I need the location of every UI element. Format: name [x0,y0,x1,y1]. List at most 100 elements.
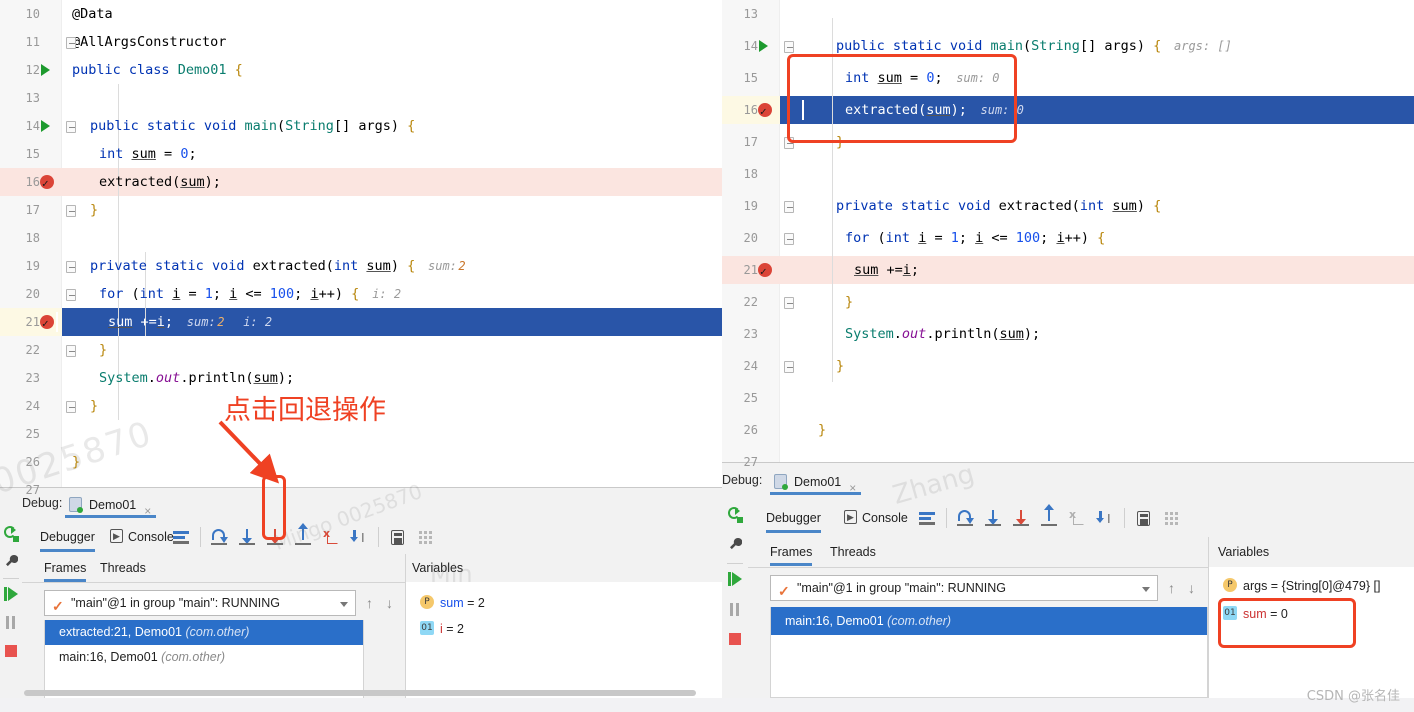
stop-program-icon[interactable] [729,633,741,645]
step-out-icon[interactable] [1038,504,1060,529]
evaluate-expression-icon[interactable] [1132,507,1154,529]
breakpoint-icon[interactable] [40,310,54,338]
fold-marker-icon[interactable] [66,121,76,133]
code-line[interactable]: 19 private static void extracted(int sum)… [0,252,722,280]
code-line[interactable]: 17} [0,196,722,224]
code-line[interactable]: 14 public static void main(String[] args)… [0,112,722,140]
force-step-into-icon[interactable] [1010,507,1032,529]
code-line[interactable]: 23 System.out.println(sum); [722,320,1414,348]
settings-wrench-icon[interactable] [729,537,743,552]
fold-marker-icon[interactable] [784,297,794,309]
arrow-up-icon[interactable]: ↑ [1168,580,1175,596]
fold-marker-icon[interactable] [66,205,76,217]
chevron-down-icon[interactable] [1142,587,1150,592]
code-line[interactable]: 22} [722,288,1414,316]
fold-marker-icon[interactable] [784,41,794,53]
code-line[interactable]: 25 [722,384,1414,412]
code-line[interactable]: 15 int sum = 0; [0,140,722,168]
code-text: System.out.println(sum); [845,326,1041,342]
thread-selector[interactable]: ✓ "main"@1 in group "main": RUNNING [44,590,356,616]
code-line[interactable]: 22} [0,336,722,364]
breakpoint-icon[interactable] [40,170,54,198]
debug-config-tab-demo01[interactable]: Demo01 × [770,469,862,495]
thread-selector[interactable]: ✓ "main"@1 in group "main": RUNNING [770,575,1158,601]
run-to-cursor-icon[interactable]: I [1094,507,1116,529]
fold-marker-icon[interactable] [784,137,794,149]
chevron-down-icon[interactable] [340,602,348,607]
code-line[interactable]: 11 @AllArgsConstructor [0,28,722,56]
tab-console[interactable]: ▶ Console [110,526,174,552]
fold-marker-icon[interactable] [784,361,794,373]
fold-marker-icon[interactable] [66,401,76,413]
code-line[interactable]: 17} [722,128,1414,156]
drop-frame-icon[interactable]: x [320,526,342,548]
stop-program-icon[interactable] [5,645,17,657]
fold-marker-icon[interactable] [66,289,76,301]
rerun-icon[interactable] [728,507,743,523]
code-line[interactable]: 10 @Data [0,0,722,28]
code-line[interactable]: 18 [722,160,1414,188]
code-line[interactable]: 21 sum +=i; sum:2 i: 2 [0,308,722,338]
run-gutter-icon[interactable] [759,40,768,52]
code-line[interactable]: 20 for (int i = 1; i <= 100; i++) {i: 2 [0,280,722,308]
frame-row[interactable]: extracted:21, Demo01 (com.other) [45,620,363,645]
tab-debugger[interactable]: Debugger [766,507,821,533]
tab-frames[interactable]: Frames [770,542,813,566]
fold-marker-icon[interactable] [784,233,794,245]
show-execution-point-icon[interactable] [916,507,938,529]
fold-marker-icon[interactable] [66,37,76,49]
code-line[interactable]: 21 sum +=i; [722,256,1414,286]
code-line[interactable]: 12 public class Demo01 { [0,56,722,84]
tab-threads[interactable]: Threads [830,542,876,566]
debug-config-tab-demo01[interactable]: Demo01 × [65,492,157,518]
tab-frames[interactable]: Frames [44,558,87,582]
code-line[interactable]: 13 [0,84,722,112]
arrow-up-icon[interactable]: ↑ [366,595,373,611]
code-line[interactable]: 26} [0,448,722,476]
settings-wrench-icon[interactable] [5,554,19,569]
tab-debugger[interactable]: Debugger [40,526,95,552]
code-line[interactable]: 15 int sum = 0; sum: 0 [722,64,1414,92]
close-icon[interactable]: × [849,475,856,501]
left-frames-list[interactable]: extracted:21, Demo01 (com.other) main:16,… [44,620,364,700]
arrow-down-icon[interactable]: ↓ [386,595,393,611]
step-into-icon[interactable] [236,526,258,548]
code-line[interactable]: 20 for (int i = 1; i <= 100; i++) { [722,224,1414,252]
rerun-icon[interactable] [4,526,19,542]
tab-threads[interactable]: Threads [100,558,146,582]
frame-row[interactable]: main:16, Demo01 (com.other) [45,645,363,670]
step-over-icon[interactable] [954,507,976,529]
code-line[interactable]: 16 extracted(sum); sum: 0 [722,96,1414,126]
right-frames-list[interactable]: main:16, Demo01 (com.other) [770,607,1208,698]
right-variables-list[interactable]: Pargs = {String[0]@479} [] 01 sum = 0 [1209,567,1414,698]
fold-marker-icon[interactable] [784,201,794,213]
arrow-down-icon[interactable]: ↓ [1188,580,1195,596]
left-variables-list[interactable]: Psum = 2 01 i = 2 [406,582,722,700]
code-line[interactable]: 13 [722,0,1414,28]
breakpoint-icon[interactable] [758,258,772,286]
step-into-icon[interactable] [982,507,1004,529]
run-gutter-icon[interactable] [41,64,50,76]
frame-row[interactable]: main:16, Demo01 (com.other) [771,607,1207,635]
code-line[interactable]: 19 private static void extracted(int sum)… [722,192,1414,220]
evaluate-expression-icon[interactable] [386,526,408,548]
code-line[interactable]: 16 extracted(sum); [0,168,722,198]
run-to-cursor-icon[interactable]: I [348,526,370,548]
show-execution-point-icon[interactable] [170,526,192,548]
step-over-icon[interactable] [208,526,230,548]
code-line[interactable]: 26} [722,416,1414,444]
step-out-icon[interactable] [292,523,314,548]
code-line[interactable]: 18 [0,224,722,252]
right-code-editor[interactable]: 13 14 public static void main(String[] arg… [722,0,1414,469]
run-gutter-icon[interactable] [41,120,50,132]
horizontal-scrollbar[interactable] [24,690,696,696]
layout-settings-icon[interactable] [414,526,436,548]
breakpoint-icon[interactable] [758,98,772,126]
fold-marker-icon[interactable] [66,261,76,273]
tab-console[interactable]: ▶ Console [844,507,908,533]
code-line[interactable]: 14 public static void main(String[] args)… [722,32,1414,60]
code-line[interactable]: 24} [722,352,1414,380]
force-step-into-icon[interactable] [264,526,286,548]
fold-marker-icon[interactable] [66,345,76,357]
layout-settings-icon[interactable] [1160,507,1182,529]
